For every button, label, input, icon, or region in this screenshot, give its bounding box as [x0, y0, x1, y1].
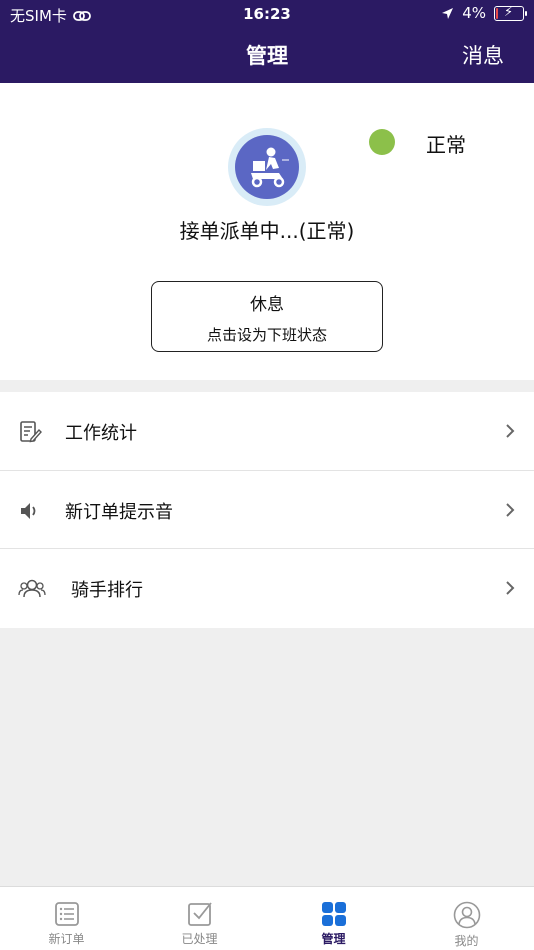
chevron-right-icon: [506, 581, 515, 595]
dispatch-status-text: 接单派单中...(正常): [179, 219, 355, 243]
battery-level: [496, 7, 498, 19]
tab-manage[interactable]: 管理: [267, 887, 400, 950]
tab-label: 我的: [454, 934, 479, 948]
tab-profile[interactable]: 我的: [400, 887, 533, 950]
list-icon: [54, 902, 79, 926]
menu-item-label: 工作统计: [65, 423, 137, 444]
status-bar: 无SIM卡 16:23 4% ⚡: [0, 0, 534, 28]
tab-label: 管理: [321, 932, 346, 946]
messages-button[interactable]: 消息: [462, 40, 504, 70]
menu-item-rider-ranking[interactable]: 骑手排行: [0, 549, 534, 628]
tab-label: 新订单: [48, 932, 85, 946]
checked-box-icon: [187, 902, 212, 926]
location-arrow-icon: [442, 7, 454, 19]
speaker-icon: [21, 502, 36, 519]
battery-percent: 4%: [462, 4, 486, 22]
charging-bolt-icon: ⚡: [504, 4, 514, 20]
chevron-right-icon: [506, 502, 515, 517]
delivery-scooter-icon: [251, 147, 289, 188]
status-label: 正常: [426, 133, 466, 157]
battery-icon: ⚡: [494, 4, 527, 21]
grid-icon: [321, 902, 346, 926]
rider-status-card: 正常 接单派单中...(正常) 休息 点击设为下班状态: [0, 83, 534, 380]
document-edit-icon: [20, 421, 42, 443]
status-indicator-dot: [369, 129, 395, 155]
tab-bar: 新订单 已处理 管理 我的: [0, 886, 534, 950]
tab-processed[interactable]: 已处理: [133, 887, 266, 950]
page-title: 管理: [246, 44, 288, 68]
nav-bar: 管理 消息: [0, 28, 534, 83]
rest-button[interactable]: 休息 点击设为下班状态: [151, 281, 383, 352]
rest-button-subtitle: 点击设为下班状态: [206, 326, 327, 344]
tab-new-orders[interactable]: 新订单: [0, 887, 133, 950]
tab-label: 已处理: [181, 932, 218, 946]
menu-item-work-stats[interactable]: 工作统计: [0, 392, 534, 471]
menu-item-label: 新订单提示音: [65, 501, 173, 523]
person-icon: [453, 901, 480, 929]
users-icon: [18, 579, 46, 598]
rest-button-title: 休息: [250, 295, 284, 315]
menu-item-label: 骑手排行: [71, 580, 143, 601]
menu-item-order-sound[interactable]: 新订单提示音: [0, 471, 534, 549]
chevron-right-icon: [506, 424, 515, 438]
settings-menu: 工作统计 新订单提示音 骑手排行: [0, 392, 534, 628]
avatar: [228, 128, 306, 206]
